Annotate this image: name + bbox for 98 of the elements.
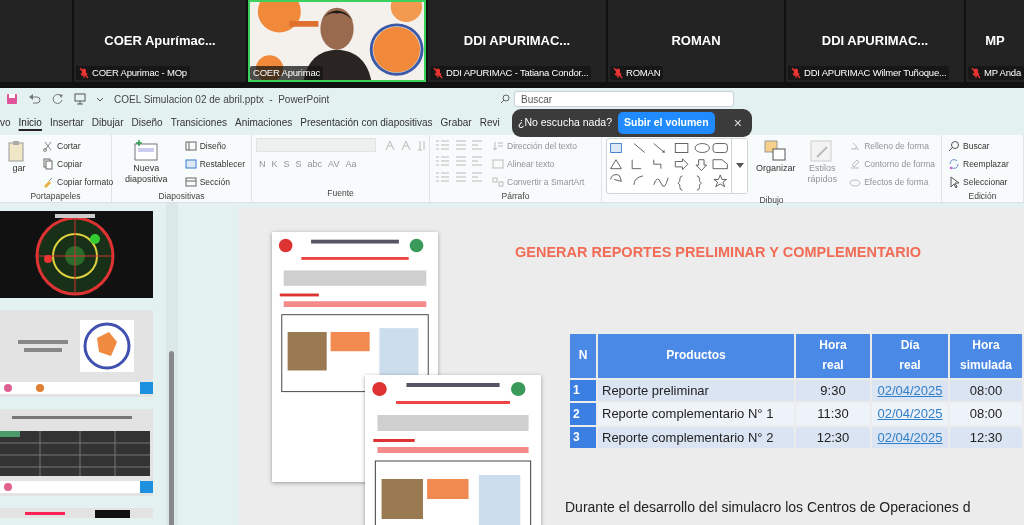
participant-name: DDI APURIMAC... bbox=[463, 32, 571, 51]
participant-name: DDI APURIMAC... bbox=[821, 32, 929, 51]
font-size-icons bbox=[384, 139, 428, 151]
table-cell: 12:30 bbox=[796, 426, 870, 449]
slide-title: GENERAR REPORTES PRELIMINAR Y COMPLEMENTARIO bbox=[515, 243, 922, 262]
close-button[interactable]: × bbox=[729, 112, 746, 134]
date-link[interactable]: 02/04/2025 bbox=[877, 406, 943, 422]
group-label: Diapositivas bbox=[157, 190, 206, 203]
tool-icon bbox=[492, 140, 504, 152]
search-field[interactable]: Buscar bbox=[514, 91, 734, 107]
participant-name: COER Apurímac... bbox=[104, 32, 216, 51]
column-header: Hora real bbox=[796, 334, 870, 378]
ribbon-button[interactable]: Copiar formato bbox=[40, 174, 116, 190]
participant-label: COER Apurimac - MOp bbox=[76, 65, 190, 80]
ribbon-button[interactable]: Cortar bbox=[40, 138, 116, 154]
ribbon-button[interactable]: Sección bbox=[182, 174, 247, 190]
tool-icon bbox=[762, 139, 789, 163]
ribbon-tab[interactable]: Dibujar bbox=[87, 112, 128, 133]
column-header: Productos bbox=[598, 334, 794, 378]
table-cell: 11:30 bbox=[796, 403, 870, 425]
muted-mic-icon bbox=[613, 66, 623, 79]
ribbon-button[interactable]: Restablecer bbox=[182, 156, 247, 172]
tool-icon bbox=[849, 140, 862, 152]
ribbon-tab[interactable]: Inicio bbox=[14, 112, 46, 133]
redo-icon[interactable] bbox=[52, 93, 64, 105]
caret-icon bbox=[735, 163, 744, 169]
table-cell: Reporte complementario N° 2 bbox=[598, 426, 794, 449]
tool-icon bbox=[184, 176, 197, 188]
tool-icon bbox=[42, 140, 54, 152]
muted-mic-icon bbox=[971, 66, 981, 79]
column-header: N bbox=[570, 334, 596, 378]
toast-message: ¿No escucha nada? bbox=[518, 115, 612, 131]
ribbon-tab[interactable]: Diseño bbox=[127, 112, 167, 133]
ribbon-button[interactable]: gar bbox=[4, 138, 34, 175]
muted-mic-icon bbox=[791, 66, 801, 79]
table-cell: 9:30 bbox=[796, 379, 870, 402]
save-icon[interactable] bbox=[6, 93, 18, 105]
tool-icon bbox=[948, 176, 960, 188]
window-title: COEL Simulacion 02 de abril.pptx - PowerPoint bbox=[114, 92, 330, 107]
ribbon-button[interactable]: Buscar bbox=[946, 138, 1011, 154]
group-label: Fuente bbox=[326, 187, 355, 201]
table-cell: Reporte preliminar bbox=[598, 379, 794, 402]
presentation-icon[interactable] bbox=[74, 93, 86, 105]
table-cell: 1 bbox=[570, 379, 596, 402]
ribbon-tab[interactable]: Revi bbox=[475, 112, 504, 133]
muted-mic-icon bbox=[79, 66, 89, 79]
tool-icon bbox=[184, 140, 197, 152]
participant-label: DDI APURIMAC Wilmer Tuñoque... bbox=[788, 65, 950, 80]
ribbon-button[interactable]: Copiar bbox=[40, 156, 116, 172]
participant-name: ROMAN bbox=[671, 32, 721, 51]
ribbon-button[interactable]: Nueva diapositiva bbox=[116, 138, 177, 186]
tool-icon bbox=[492, 176, 504, 188]
group-label: Edición bbox=[967, 190, 998, 203]
column-header: Día real bbox=[872, 334, 948, 378]
tool-icon bbox=[42, 158, 54, 170]
tool-icon bbox=[492, 158, 504, 170]
ribbon-tab[interactable]: vo bbox=[0, 112, 15, 133]
tool-icon bbox=[184, 158, 197, 170]
group-label: Portapapeles bbox=[29, 190, 82, 203]
paragraph-icons bbox=[434, 138, 484, 152]
tool-icon bbox=[948, 140, 960, 152]
ribbon-button[interactable]: Seleccionar bbox=[946, 174, 1011, 190]
table-cell: Reporte complementario N° 1 bbox=[598, 403, 794, 425]
scrollbar[interactable] bbox=[166, 203, 178, 525]
table-cell: 08:00 bbox=[950, 379, 1022, 402]
muted-mic-icon bbox=[433, 66, 443, 79]
participant-label: MP Anda bbox=[968, 65, 1024, 80]
scrollbar-thumb[interactable] bbox=[169, 351, 174, 525]
ribbon-tab[interactable]: Presentación con diapositivas bbox=[296, 112, 437, 133]
tool-icon bbox=[42, 176, 54, 188]
ribbon-tab[interactable]: Animaciones bbox=[231, 112, 297, 133]
gallery-more-button[interactable] bbox=[731, 139, 747, 193]
ribbon-button[interactable]: Diseño bbox=[182, 138, 247, 154]
shapes-gallery[interactable] bbox=[606, 138, 748, 194]
ribbon-button[interactable]: Organizar bbox=[754, 138, 798, 175]
column-header: Hora simulada bbox=[950, 334, 1022, 378]
search-icon bbox=[500, 94, 510, 104]
ribbon-tab[interactable]: Transiciones bbox=[166, 112, 231, 133]
participant-label: ROMAN bbox=[610, 65, 664, 80]
group-label: Dibujo bbox=[758, 194, 785, 207]
slide-text: Durante el desarrollo del simulacro los Centros de Operaciones d bbox=[565, 498, 971, 517]
participant-name: MP bbox=[985, 32, 1005, 51]
table-cell: 3 bbox=[570, 426, 596, 449]
ribbon-tab[interactable]: Insertar bbox=[45, 112, 88, 133]
ribbon-tab[interactable]: Grabar bbox=[436, 112, 476, 133]
paragraph-icons bbox=[434, 154, 484, 168]
table-cell: 08:00 bbox=[950, 403, 1022, 425]
table-cell: 12:30 bbox=[950, 426, 1022, 449]
ribbon-button[interactable]: Reemplazar bbox=[946, 156, 1011, 172]
paragraph-icons bbox=[434, 170, 484, 184]
tool-icon bbox=[849, 176, 862, 188]
tool-icon bbox=[849, 158, 862, 170]
tool-icon bbox=[948, 158, 960, 170]
undo-icon[interactable] bbox=[28, 93, 42, 105]
participant-label: DDI APURIMAC - Tatiana Condor... bbox=[430, 65, 592, 80]
tool-icon bbox=[133, 139, 160, 163]
group-label: Párrafo bbox=[500, 190, 531, 203]
table-cell: 2 bbox=[570, 403, 596, 425]
